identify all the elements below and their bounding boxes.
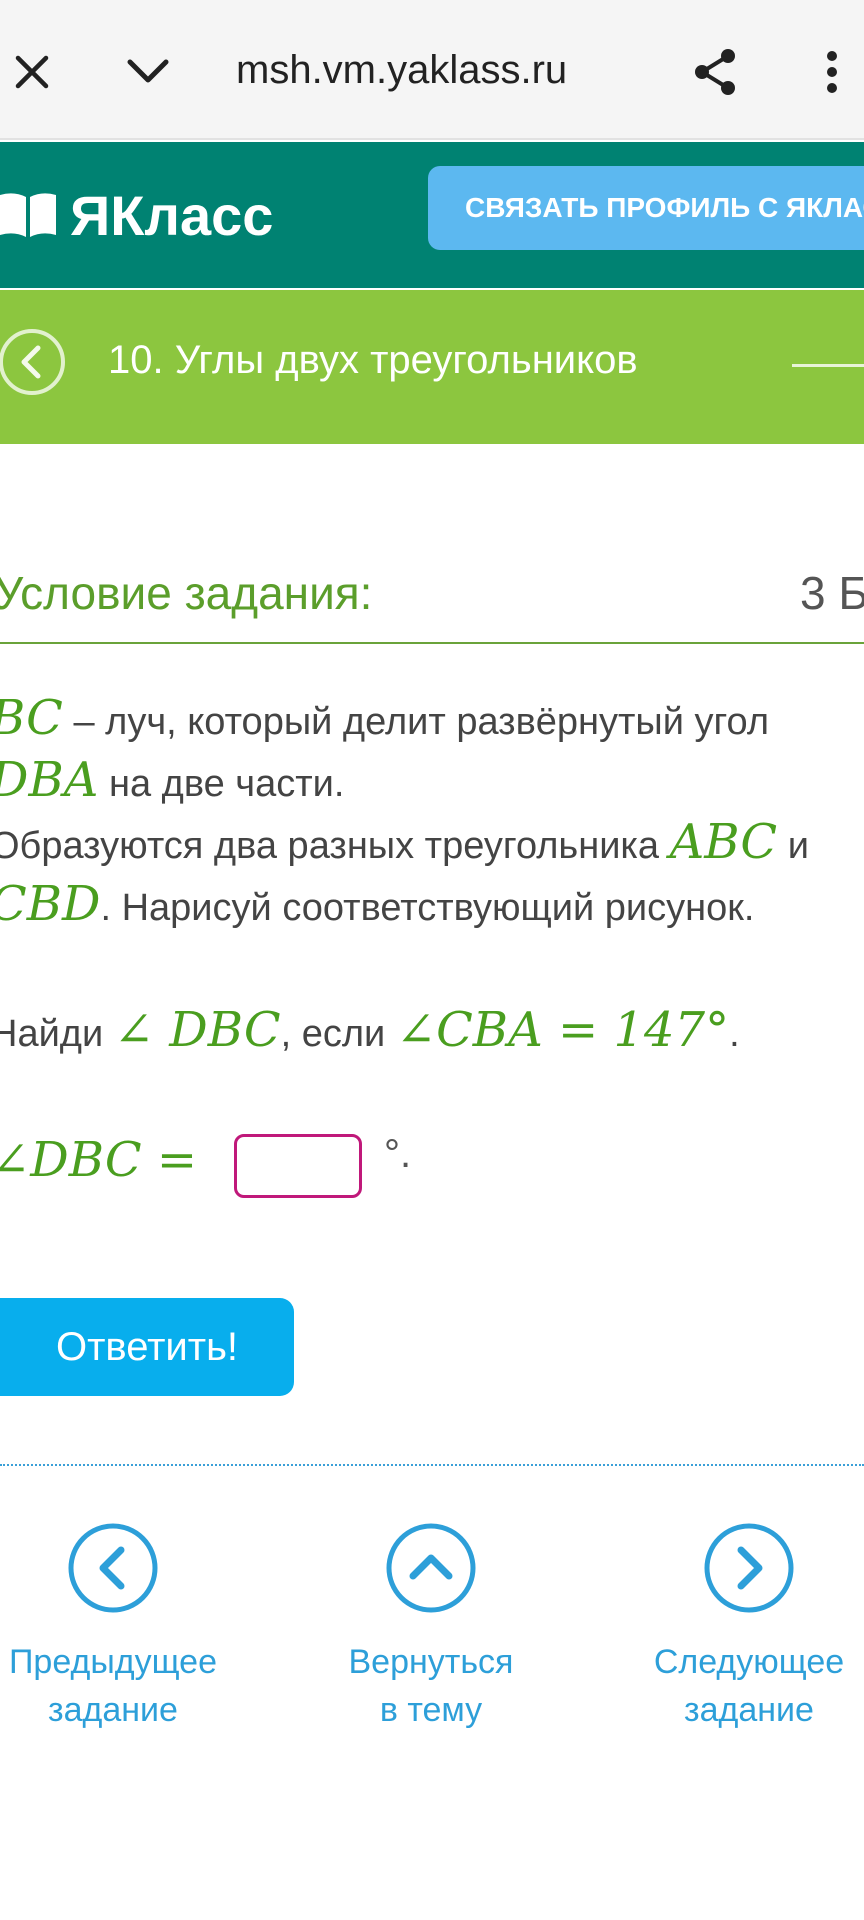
text: на две части.: [98, 763, 345, 805]
text: . Нарисуй соответствующий рисунок.: [100, 887, 755, 929]
chevron-down-icon[interactable]: [116, 40, 180, 104]
label-line: задание: [48, 1691, 178, 1729]
math-abc: ABC: [669, 814, 778, 870]
task-heading-row: Условие задания: 3 Б.: [0, 566, 864, 644]
nav-previous-task[interactable]: Предыдущее задание: [0, 1522, 238, 1734]
text: .: [729, 1013, 740, 1055]
book-icon: [0, 193, 56, 237]
logo-text: ЯКласс: [70, 183, 274, 247]
math-cbd: CBD: [0, 876, 101, 932]
more-vert-icon[interactable]: [800, 40, 864, 104]
task-line-2: DBA на две части.: [0, 756, 344, 804]
label-line: задание: [684, 1691, 814, 1729]
back-icon[interactable]: [0, 326, 68, 398]
math-answer-label: ∠DBC =: [0, 1132, 198, 1188]
task-line-4: CBD. Нарисуй соответствующий рисунок.: [0, 880, 754, 928]
label-line: Вернуться: [348, 1643, 514, 1681]
text: Образуются два разных треугольника: [0, 825, 670, 867]
nav-back-label[interactable]: Вернуться в тему: [306, 1638, 556, 1734]
task-line-3: Образуются два разных треугольника ABC и: [0, 818, 809, 866]
math-find-angle: ∠ DBC: [113, 1002, 281, 1058]
task-heading: Условие задания:: [0, 567, 373, 619]
task-points: 3 Б.: [800, 567, 864, 619]
text: , если: [280, 1013, 396, 1055]
share-icon[interactable]: [684, 40, 748, 104]
chevron-right-icon[interactable]: [703, 1522, 795, 1614]
label-line: Следующее: [653, 1643, 845, 1681]
browser-toolbar: msh.vm.yaklass.ru: [0, 0, 864, 140]
nav-previous-label[interactable]: Предыдущее задание: [0, 1638, 238, 1734]
yaklass-logo[interactable]: ЯКласс: [0, 180, 273, 250]
text: и: [777, 825, 809, 867]
submit-answer-button[interactable]: Ответить!: [0, 1298, 294, 1396]
answer-input[interactable]: [234, 1134, 362, 1198]
chevron-left-icon[interactable]: [67, 1522, 159, 1614]
answer-label: ∠DBC =: [0, 1136, 197, 1184]
chevron-up-icon[interactable]: [385, 1522, 477, 1614]
task-line-1: BC – луч, который делит развёрнутый угол: [0, 694, 769, 742]
nav-next-task[interactable]: Следующее задание: [624, 1522, 864, 1734]
task-question: Найди ∠ DBC, если ∠CBA = 147°.: [0, 1006, 740, 1054]
section-divider: [0, 1464, 864, 1466]
answer-unit: °.: [384, 1132, 412, 1176]
topic-progress-line: [792, 364, 864, 367]
topic-title: 10. Углы двух треугольников: [108, 338, 638, 382]
topic-bar: 10. Углы двух треугольников: [0, 290, 864, 444]
url-field[interactable]: msh.vm.yaklass.ru: [236, 48, 567, 93]
text: – луч, который делит развёрнутый угол: [62, 701, 770, 743]
math-given-angle: ∠CBA = 147°: [395, 1002, 730, 1058]
math-dba: DBA: [0, 752, 99, 808]
math-bc: BC: [0, 690, 63, 746]
close-icon[interactable]: [0, 40, 64, 104]
label-line: Предыдущее: [8, 1643, 218, 1681]
nav-next-label[interactable]: Следующее задание: [624, 1638, 864, 1734]
text: Найди: [0, 1013, 114, 1055]
label-line: в тему: [379, 1691, 483, 1729]
nav-back-to-topic[interactable]: Вернуться в тему: [306, 1522, 556, 1734]
site-header: ЯКласс СВЯЗАТЬ ПРОФИЛЬ С ЯКЛАСС: [0, 142, 864, 288]
link-profile-button[interactable]: СВЯЗАТЬ ПРОФИЛЬ С ЯКЛАСС: [428, 166, 864, 250]
